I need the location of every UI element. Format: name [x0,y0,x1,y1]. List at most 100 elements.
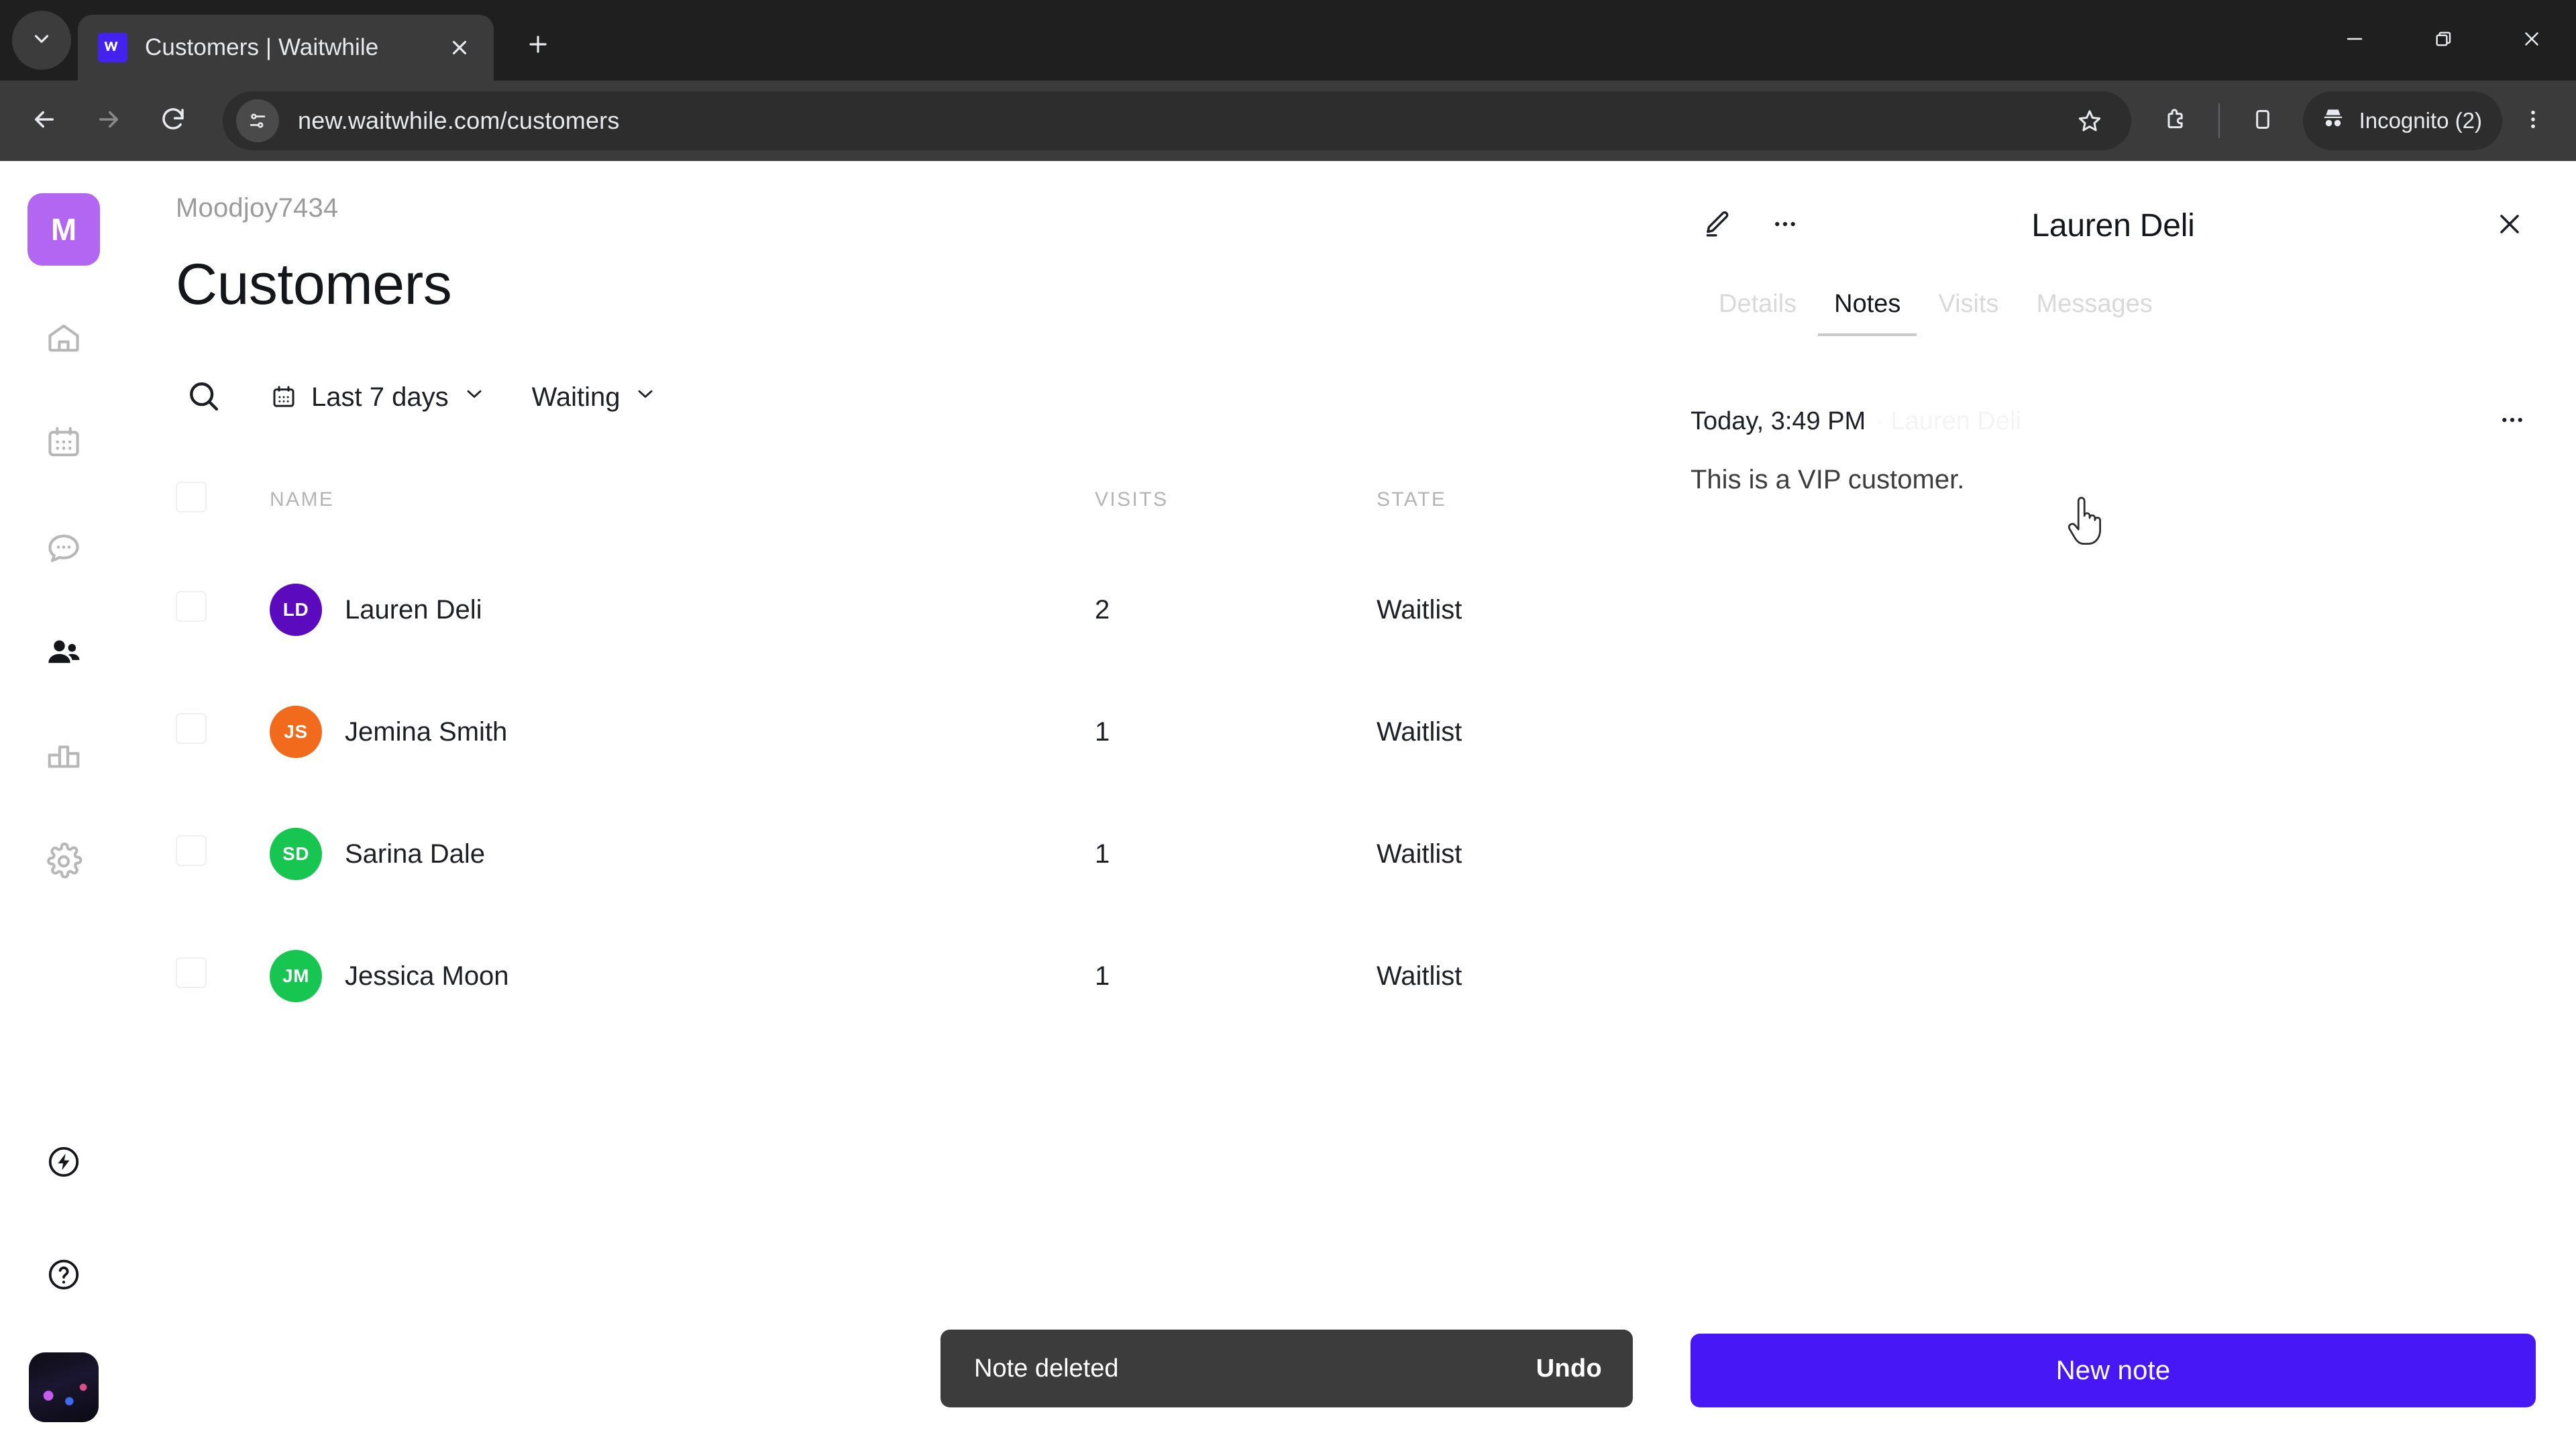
note-more-button[interactable] [2489,398,2536,445]
row-name-cell[interactable]: SD Sarina Dale [270,793,1095,915]
window-minimize-button[interactable] [2310,0,2399,80]
calendar-icon [44,423,83,466]
new-tab-button[interactable] [511,19,565,72]
table-row[interactable]: JM Jessica Moon 1 Waitlist [176,915,1597,1037]
sidebar-item-messages[interactable] [28,513,100,585]
edit-customer-button[interactable] [1690,199,1743,252]
select-all-checkbox[interactable] [176,482,207,513]
browser-menu-button[interactable] [2502,90,2564,152]
customer-more-button[interactable] [1759,199,1811,252]
sidebar-item-whats-new[interactable] [28,1127,100,1199]
incognito-indicator[interactable]: Incognito (2) [2302,91,2502,150]
url-text: new.waitwhile.com/customers [298,107,620,134]
column-header-name[interactable]: NAME [270,482,1095,549]
tab-visits[interactable]: Visits [1919,290,2017,336]
sidebar-item-calendar[interactable] [28,408,100,480]
tab-notes[interactable]: Notes [1815,290,1919,336]
customer-name: Sarina Dale [345,839,486,869]
snackbar-undo-button[interactable]: Undo [1536,1354,1602,1383]
row-name-cell[interactable]: LD Lauren Deli [270,549,1095,671]
status-filter[interactable]: Waiting [524,370,666,424]
avatar[interactable] [29,1352,99,1422]
browser-toolbar: new.waitwhile.com/customers Incognito (2… [0,80,2576,161]
tab-title: Customers | Waitwhile [145,34,379,60]
date-range-filter[interactable]: Last 7 days [262,370,494,424]
page-title: Customers [176,252,452,317]
people-icon [44,633,83,675]
row-state-cell: Waitlist [1377,594,1462,625]
sidebar-item-home[interactable] [28,303,100,376]
table-header: NAME VISITS STATE [176,482,1597,549]
sidebar-item-analytics[interactable] [28,722,100,794]
table-row[interactable]: SD Sarina Dale 1 Waitlist [176,793,1597,915]
reload-button[interactable] [141,89,205,153]
chat-bubble-icon [44,528,83,570]
side-panel-button[interactable] [2232,90,2294,152]
snackbar: Note deleted Undo [941,1330,1633,1407]
column-header-visits[interactable]: VISITS [1095,482,1377,549]
avatar: JM [270,950,322,1002]
bolt-circle-icon [46,1144,82,1183]
status-filter-label: Waiting [531,382,621,412]
extensions-button[interactable] [2145,90,2206,152]
customer-name: Jessica Moon [345,961,509,991]
table-row[interactable]: LD Lauren Deli 2 Waitlist [176,549,1597,671]
row-checkbox[interactable] [176,713,207,744]
row-checkbox[interactable] [176,957,207,988]
plus-icon [525,32,551,60]
panel-header: Lauren Deli [1690,193,2536,258]
row-select-cell[interactable] [176,915,270,1037]
column-header-state[interactable]: STATE [1377,482,1597,549]
note-meta: Today, 3:49 PM · Lauren Deli [1690,398,2536,445]
window-close-button[interactable] [2487,0,2576,80]
table-header-row: NAME VISITS STATE [176,482,1597,549]
snackbar-message: Note deleted [974,1354,1119,1383]
tab-messages[interactable]: Messages [2018,290,2171,336]
sidebar-item-settings[interactable] [28,826,100,899]
sidebar-item-customers[interactable] [28,617,100,690]
arrow-right-icon [95,105,123,137]
row-state-cell: Waitlist [1377,839,1462,869]
tab-search-button[interactable] [12,11,71,70]
customer-name-wrapper: LD Lauren Deli [270,584,1095,636]
row-select-cell[interactable] [176,793,270,915]
address-bar[interactable]: new.waitwhile.com/customers [223,91,2131,150]
search-icon [184,377,222,418]
page-settings-icon[interactable] [236,99,279,142]
close-icon [2493,208,2526,244]
sidebar-item-help[interactable] [28,1240,100,1312]
back-button[interactable] [12,89,76,153]
search-button[interactable] [176,370,231,425]
browser-tab[interactable]: Customers | Waitwhile [78,15,494,80]
arrow-left-icon [30,105,58,137]
close-icon[interactable] [440,28,479,67]
forward-button[interactable] [76,89,141,153]
row-checkbox[interactable] [176,835,207,866]
chevron-down-icon [633,382,657,413]
row-select-cell[interactable] [176,671,270,793]
main-content: Moodjoy7434 Customers Last 7 days Waitin… [127,161,1650,1449]
minimize-icon [2343,28,2366,54]
row-name-cell[interactable]: JM Jessica Moon [270,915,1095,1037]
row-select-cell[interactable] [176,549,270,671]
workspace-logo[interactable]: M [28,193,100,266]
home-icon [44,319,83,361]
close-panel-button[interactable] [2483,199,2536,252]
row-visits-cell: 1 [1095,716,1110,747]
avatar: LD [270,584,322,636]
star-icon[interactable] [2059,90,2121,152]
row-checkbox[interactable] [176,591,207,622]
extensions-icon [2162,106,2189,136]
new-note-button[interactable]: New note [1690,1334,2536,1407]
avatar: JS [270,706,322,758]
table-row[interactable]: JS Jemina Smith 1 Waitlist [176,671,1597,793]
row-name-cell[interactable]: JS Jemina Smith [270,671,1095,793]
panel-title: Lauren Deli [2031,207,2195,244]
customer-name-wrapper: JS Jemina Smith [270,706,1095,758]
chevron-down-icon [30,28,53,54]
row-state-cell: Waitlist [1377,716,1462,747]
three-dots-vertical-icon [2520,107,2546,136]
browser-window: Customers | Waitwhile new.waitwhile.com/… [0,0,2576,1449]
tab-details[interactable]: Details [1700,290,1815,336]
window-maximize-button[interactable] [2399,0,2487,80]
